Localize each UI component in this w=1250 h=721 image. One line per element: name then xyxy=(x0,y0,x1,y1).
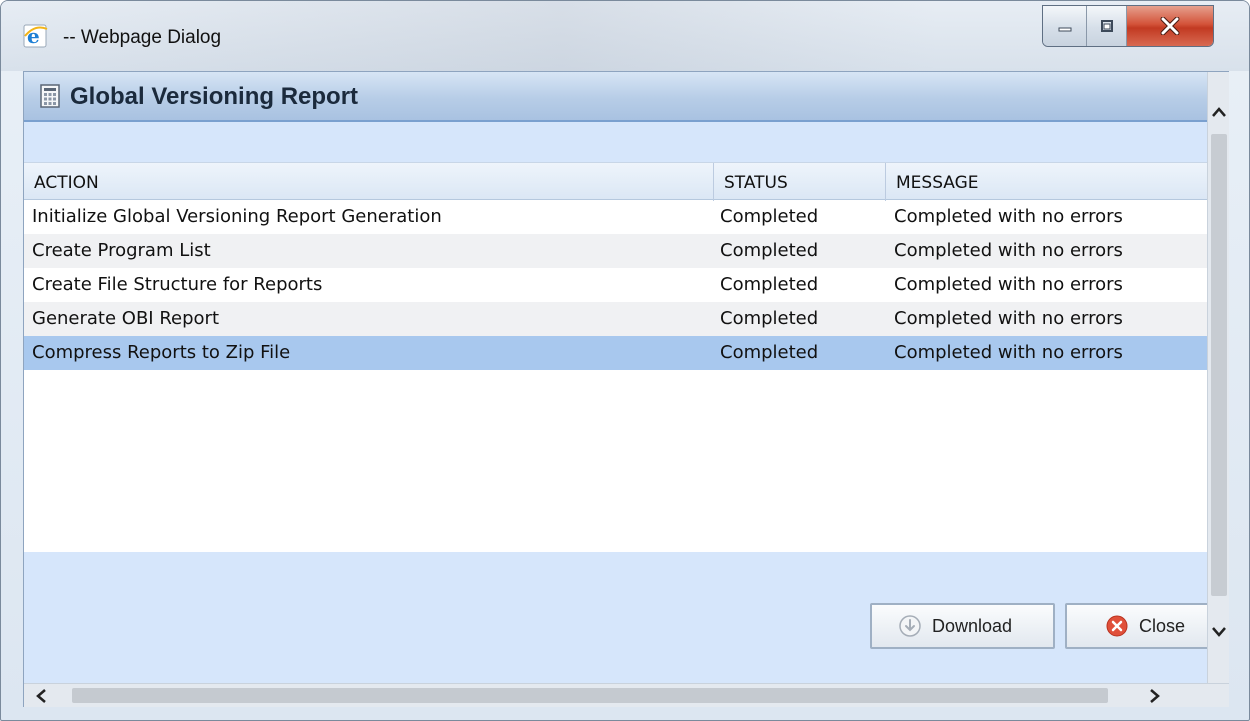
cell-action: Create Program List xyxy=(32,240,211,261)
window-close-button[interactable] xyxy=(1127,6,1213,46)
column-header-action[interactable]: ACTION xyxy=(24,163,714,201)
vertical-scroll-thumb[interactable] xyxy=(1211,134,1227,596)
cell-action: Create File Structure for Reports xyxy=(32,274,323,295)
cell-status: Completed xyxy=(720,274,819,295)
cell-message: Completed with no errors xyxy=(894,342,1123,363)
scroll-down-arrow-icon[interactable] xyxy=(1208,620,1230,642)
horizontal-scrollbar[interactable] xyxy=(24,683,1229,707)
table-row[interactable]: Create Program List Completed Completed … xyxy=(24,234,1207,268)
cell-action: Compress Reports to Zip File xyxy=(32,342,291,363)
table-row[interactable]: Initialize Global Versioning Report Gene… xyxy=(24,200,1207,234)
cell-message: Completed with no errors xyxy=(894,308,1123,329)
cell-status: Completed xyxy=(720,206,819,227)
column-header-status[interactable]: STATUS xyxy=(714,163,886,201)
table-row[interactable]: Create File Structure for Reports Comple… xyxy=(24,268,1207,302)
vertical-scrollbar[interactable] xyxy=(1207,72,1229,683)
download-label: Download xyxy=(932,615,1013,636)
table-row-selected[interactable]: Compress Reports to Zip File Completed C… xyxy=(24,336,1207,370)
maximize-button[interactable] xyxy=(1087,6,1128,46)
panel-header: Global Versioning Report xyxy=(24,72,1207,122)
scroll-right-arrow-icon[interactable] xyxy=(1144,686,1164,706)
table-header: ACTION STATUS MESSAGE xyxy=(24,162,1207,201)
cell-message: Completed with no errors xyxy=(894,240,1123,261)
close-label: Close xyxy=(1139,615,1186,636)
panel-title: Global Versioning Report xyxy=(70,83,359,110)
horizontal-scroll-thumb[interactable] xyxy=(72,688,1108,703)
webpage-dialog-window: e -- Webpage Dialog Global Versioning Re… xyxy=(0,0,1250,721)
toolbar-strip xyxy=(24,122,1207,162)
title-bar[interactable]: e -- Webpage Dialog xyxy=(1,1,1249,69)
download-button[interactable]: Download xyxy=(870,603,1055,649)
scroll-up-arrow-icon[interactable] xyxy=(1208,102,1230,124)
close-x-icon xyxy=(1160,17,1180,35)
table-row[interactable]: Generate OBI Report Completed Completed … xyxy=(24,302,1207,336)
minimize-button[interactable] xyxy=(1043,6,1088,46)
close-button[interactable]: Close xyxy=(1065,603,1207,649)
window-title: -- Webpage Dialog xyxy=(63,27,222,48)
download-icon xyxy=(899,615,921,637)
column-header-message[interactable]: MESSAGE xyxy=(886,163,1207,201)
report-icon xyxy=(40,84,60,108)
restore-icon xyxy=(1100,20,1113,32)
scroll-left-arrow-icon[interactable] xyxy=(32,686,52,706)
internet-explorer-icon: e xyxy=(23,24,48,48)
cell-status: Completed xyxy=(720,240,819,261)
cell-action: Generate OBI Report xyxy=(32,308,220,329)
cell-message: Completed with no errors xyxy=(894,206,1123,227)
cell-status: Completed xyxy=(720,342,819,363)
window-controls xyxy=(1042,5,1214,47)
report-content: Global Versioning Report ACTION STATUS M… xyxy=(24,72,1207,683)
cell-message: Completed with no errors xyxy=(894,274,1123,295)
minimize-icon xyxy=(1058,27,1072,32)
report-table: ACTION STATUS MESSAGE Initialize Global … xyxy=(24,162,1207,552)
dialog-frame: Global Versioning Report ACTION STATUS M… xyxy=(23,71,1229,707)
cell-status: Completed xyxy=(720,308,819,329)
cell-action: Initialize Global Versioning Report Gene… xyxy=(32,206,442,227)
close-circle-icon xyxy=(1106,615,1128,637)
